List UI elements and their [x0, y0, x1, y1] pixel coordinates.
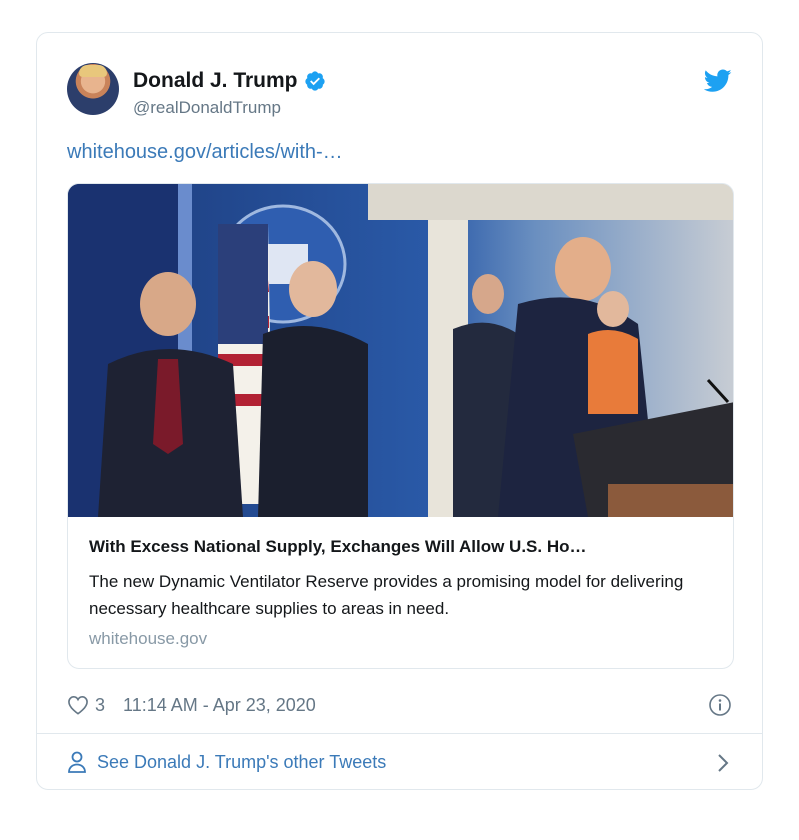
tweet-meta: 3 11:14 AM - Apr 23, 2020	[67, 691, 732, 719]
chevron-right-icon[interactable]	[716, 753, 730, 773]
card-domain[interactable]: whitehouse.gov	[89, 629, 207, 649]
author-display-name[interactable]: Donald J. Trump	[133, 69, 298, 93]
avatar[interactable]	[67, 63, 119, 115]
card-description[interactable]: The new Dynamic Ventilator Reserve provi…	[89, 568, 714, 622]
author-handle[interactable]: @realDonaldTrump	[133, 98, 281, 118]
tweet-link[interactable]: whitehouse.gov/articles/with-…	[67, 141, 343, 164]
person-icon	[68, 751, 86, 773]
like-count[interactable]: 3	[95, 695, 105, 716]
other-tweets-label[interactable]: See Donald J. Trump's other Tweets	[97, 752, 386, 773]
info-icon[interactable]	[708, 693, 732, 717]
tweet-embed[interactable]: Donald J. Trump @realDonaldTrump whiteho…	[36, 32, 763, 790]
article-photo[interactable]	[68, 184, 734, 517]
verified-badge-icon	[304, 71, 325, 91]
tweet-header: Donald J. Trump @realDonaldTrump	[67, 63, 732, 123]
twitter-bird-icon[interactable]	[704, 69, 732, 93]
heart-icon[interactable]	[67, 695, 89, 715]
card-title[interactable]: With Excess National Supply, Exchanges W…	[89, 537, 714, 557]
author-name-row[interactable]: Donald J. Trump	[133, 69, 326, 93]
divider	[37, 733, 762, 734]
other-tweets-link[interactable]: See Donald J. Trump's other Tweets	[67, 747, 732, 777]
tweet-timestamp[interactable]: 11:14 AM - Apr 23, 2020	[123, 695, 316, 716]
link-preview-card[interactable]: With Excess National Supply, Exchanges W…	[67, 183, 734, 669]
